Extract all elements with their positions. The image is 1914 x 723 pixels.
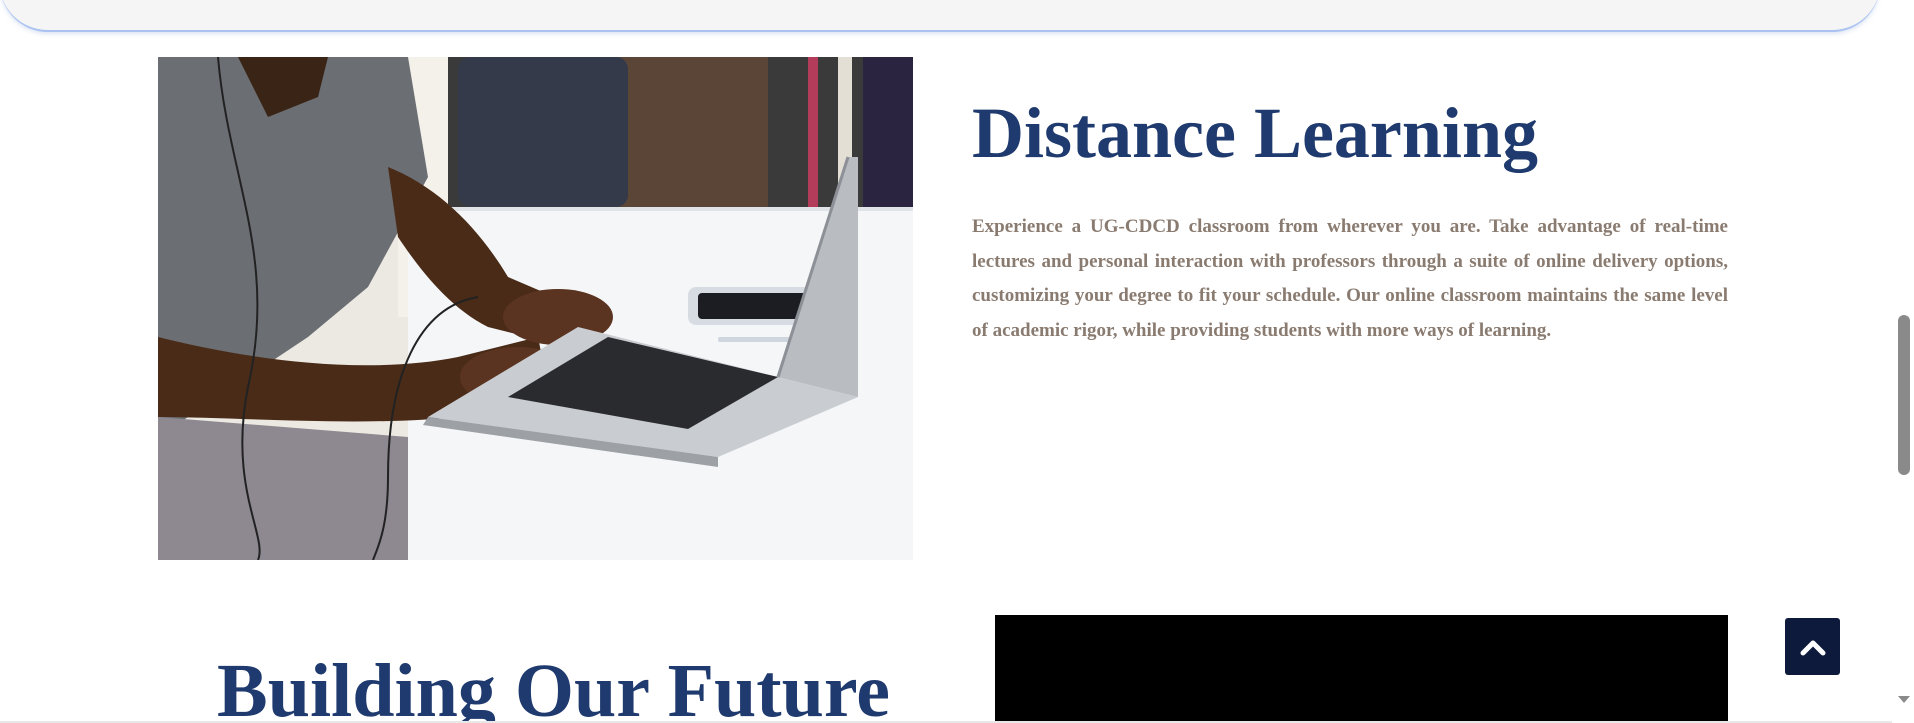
video-embed[interactable]: [995, 615, 1728, 723]
building-our-future-heading: Building Our Future: [217, 649, 890, 723]
chevron-up-icon: [1800, 640, 1825, 655]
page-scrollbar[interactable]: [1892, 0, 1914, 723]
student-laptop-photo: [158, 57, 913, 560]
distance-learning-description: Experience a UG-CDCD classroom from wher…: [972, 216, 1728, 341]
distance-learning-heading: Distance Learning: [972, 93, 1538, 173]
scrollbar-thumb[interactable]: [1898, 315, 1910, 475]
page: Distance Learning Experience a UG-CDCD c…: [0, 0, 1914, 723]
scroll-down-arrow-icon[interactable]: [1898, 696, 1910, 703]
top-banner: [0, 0, 1880, 32]
back-to-top-button[interactable]: [1785, 618, 1840, 675]
